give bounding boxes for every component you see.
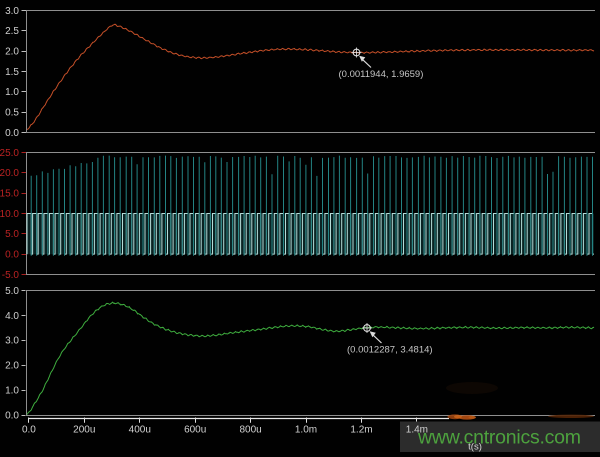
svg-text:5.0: 5.0 xyxy=(5,229,19,240)
svg-text:400u: 400u xyxy=(129,425,151,436)
svg-text:1.5: 1.5 xyxy=(5,67,19,78)
svg-text:20.0: 20.0 xyxy=(0,168,19,179)
svg-text:1.0: 1.0 xyxy=(5,386,19,397)
svg-text:3.0: 3.0 xyxy=(5,336,19,347)
svg-text:200u: 200u xyxy=(73,425,95,436)
svg-text:3.0: 3.0 xyxy=(5,6,19,17)
svg-text:5.0: 5.0 xyxy=(5,286,19,297)
svg-text:0.0: 0.0 xyxy=(5,128,19,139)
svg-text:0.0: 0.0 xyxy=(22,425,36,436)
svg-text:2.5: 2.5 xyxy=(5,26,19,37)
svg-text:0.0: 0.0 xyxy=(5,250,19,261)
svg-text:1.0: 1.0 xyxy=(5,87,19,98)
svg-text:800u: 800u xyxy=(239,425,261,436)
svg-text:2.0: 2.0 xyxy=(5,47,19,58)
svg-text:(0.0012287, 3.4814): (0.0012287, 3.4814) xyxy=(347,345,433,356)
svg-text:1.2m: 1.2m xyxy=(350,425,372,436)
svg-text:t(s): t(s) xyxy=(468,442,482,453)
svg-text:10.0: 10.0 xyxy=(0,209,19,220)
svg-text:2.0: 2.0 xyxy=(5,361,19,372)
svg-text:0.5: 0.5 xyxy=(5,108,19,119)
svg-text:www.cntronics.com: www.cntronics.com xyxy=(417,427,581,449)
svg-text:25.0: 25.0 xyxy=(0,148,19,159)
svg-text:0.0: 0.0 xyxy=(5,410,19,421)
svg-text:-5.0: -5.0 xyxy=(2,270,20,281)
svg-text:15.0: 15.0 xyxy=(0,189,19,200)
svg-text:600u: 600u xyxy=(184,425,206,436)
svg-text:4.0: 4.0 xyxy=(5,311,19,322)
svg-text:1.0m: 1.0m xyxy=(295,425,317,436)
svg-text:(0.0011944, 1.9659): (0.0011944, 1.9659) xyxy=(339,69,424,80)
